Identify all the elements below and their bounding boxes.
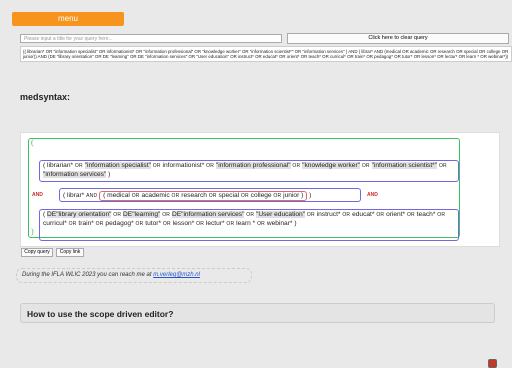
operator-or: OR — [74, 163, 83, 169]
operator-or: OR — [131, 193, 140, 199]
scope-group-1[interactable]: ( librarian* OR "information specialist"… — [39, 160, 459, 182]
operator-or: OR — [406, 212, 415, 218]
email-link[interactable]: m.verleg@mzh.nl — [153, 272, 200, 278]
operator-or: OR — [68, 220, 77, 227]
operator-or: OR — [196, 220, 205, 227]
and-operator-1[interactable]: AND — [32, 192, 43, 198]
search-term: pedagog* — [105, 219, 134, 227]
search-term: instruct* — [316, 211, 341, 218]
group-close-paren: ) — [106, 170, 111, 178]
scope-editor: ( ( librarian* OR "information specialis… — [20, 132, 500, 368]
search-term: special — [218, 192, 240, 199]
search-term: medical — [107, 192, 130, 199]
group-close-paren: ) — [292, 219, 297, 227]
search-term: orient* — [386, 211, 406, 218]
operator-and: AND — [86, 193, 98, 199]
open-paren: ( — [31, 138, 34, 147]
operator-or: OR — [152, 163, 161, 169]
operator-or: OR — [306, 212, 315, 218]
close-paren: ) — [31, 227, 34, 236]
search-term: learn * — [236, 219, 256, 227]
operator-or: OR — [273, 193, 282, 199]
operator-or: OR — [206, 163, 215, 169]
search-term: "information specialist" — [84, 162, 151, 169]
search-term: train* — [78, 219, 94, 227]
search-term: librar* — [67, 192, 87, 199]
operator-or: OR — [437, 212, 446, 218]
operator-or: OR — [95, 220, 104, 227]
search-term: "User education" — [256, 211, 306, 218]
search-term: DE"learning" — [123, 211, 161, 218]
operator-or: OR — [162, 220, 171, 227]
operator-or: OR — [257, 220, 265, 227]
delete-icon[interactable] — [488, 359, 497, 368]
operator-or: OR — [240, 193, 249, 199]
scope-group-2[interactable]: ( librar* AND ( medical OR academic OR r… — [59, 188, 361, 202]
search-term: webinar* — [266, 219, 293, 227]
howto-panel[interactable]: How to use the scope driven editor? — [20, 303, 495, 323]
operator-or: OR — [208, 193, 217, 199]
search-term: "information services" — [43, 170, 107, 178]
copy-query-button[interactable]: Copy query — [21, 248, 53, 257]
query-text-field[interactable]: (( librarian* OR "information specialist… — [20, 46, 512, 62]
search-term: college — [250, 192, 272, 199]
query-title-input[interactable] — [20, 34, 282, 43]
section-title: medsyntax: — [20, 92, 71, 102]
search-term: lesson* — [172, 219, 195, 227]
operator-or: OR — [162, 212, 171, 218]
menu-button[interactable]: menu — [12, 12, 124, 26]
search-term: DE"library orientation" — [47, 211, 112, 218]
operator-or: OR — [376, 212, 385, 218]
outer-scope-box[interactable]: ( ( librarian* OR "information specialis… — [28, 138, 460, 241]
ifla-text: During the IFLA WLIC 2023 you can reach … — [22, 272, 154, 278]
operator-or: OR — [113, 212, 122, 218]
operator-or: OR — [246, 212, 255, 218]
search-term: "information scientist*" — [371, 162, 438, 169]
search-term: research — [181, 192, 207, 199]
nested-scope-group[interactable]: ( medical OR academic OR research OR spe… — [99, 191, 308, 201]
search-term: tutor* — [145, 219, 162, 227]
search-term: librarian* — [47, 162, 74, 169]
copy-link-button[interactable]: Copy link — [56, 248, 84, 257]
search-term: academic — [141, 192, 170, 199]
operator-or: OR — [361, 163, 370, 169]
search-term: educat* — [352, 211, 375, 218]
search-term: "information professional" — [215, 162, 291, 169]
search-term: DE"information services" — [171, 211, 245, 218]
ifla-notice: During the IFLA WLIC 2023 you can reach … — [16, 268, 252, 283]
operator-or: OR — [171, 193, 180, 199]
operator-or: OR — [342, 212, 351, 218]
search-term: lectur* — [205, 219, 225, 227]
scope-group-3[interactable]: ( DE"library orientation" OR DE"learning… — [39, 209, 459, 241]
search-term: informationist* — [162, 162, 205, 169]
operator-or: OR — [438, 163, 447, 169]
clear-query-button[interactable]: Click here to clear query — [287, 33, 509, 44]
and-operator-2[interactable]: AND — [367, 192, 378, 198]
group-close-paren: ) — [307, 192, 312, 199]
search-term: teach* — [416, 211, 436, 218]
operator-or: OR — [292, 163, 301, 169]
search-term: "knowledge worker" — [302, 162, 360, 169]
operator-or: OR — [135, 220, 144, 227]
search-term: curricul* — [43, 219, 67, 227]
search-term: junior — [283, 192, 300, 199]
group-close-paren: ) — [299, 192, 304, 199]
operator-or: OR — [226, 220, 235, 227]
